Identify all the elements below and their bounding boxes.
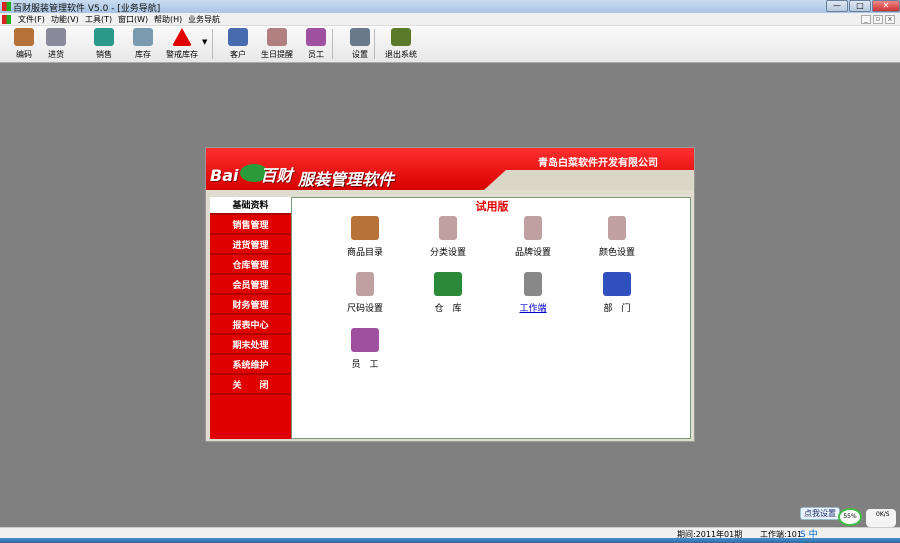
nav-item-label: 员 工 xyxy=(351,360,379,370)
boxes-icon xyxy=(351,216,379,240)
nav-item-1[interactable]: 分类设置 xyxy=(413,216,483,258)
toolbar-button-customer[interactable]: 客户 xyxy=(218,28,258,60)
content-area: 试用版 商品目录 分类设置 品牌设置 颜色设置尺码设置 仓 库 工作端 部 门员 工 xyxy=(291,197,691,439)
printer-icon xyxy=(356,272,374,296)
dropdown-arrow-icon[interactable]: ▼ xyxy=(202,38,207,46)
menu-help[interactable]: 帮助(H) xyxy=(154,14,182,25)
customer-icon xyxy=(228,28,248,46)
sidebar-item-6[interactable]: 报表中心 xyxy=(210,317,291,335)
mdi-close-button[interactable]: x xyxy=(885,15,895,24)
title-bar: 百财服装管理软件 V5.0 - [业务导航] — □ ✕ xyxy=(0,0,900,14)
printer-icon xyxy=(439,216,457,240)
app-icon xyxy=(2,2,11,11)
truck-icon xyxy=(46,28,66,46)
net-speed: 0K/S xyxy=(866,509,896,527)
toolbar-button-truck[interactable]: 进货 xyxy=(36,28,76,60)
nav-item-7[interactable]: 部 门 xyxy=(582,272,652,314)
tray-tooltip[interactable]: 点我设置 xyxy=(800,507,840,520)
sidebar-item-2[interactable]: 进货管理 xyxy=(210,237,291,255)
toolbar: 编码 进货 销售 库存 警戒库存 客户 生日提醒 员工 设置 退出系统 ▼ xyxy=(0,26,900,63)
staff-icon xyxy=(306,28,326,46)
sidebar-item-1[interactable]: 销售管理 xyxy=(210,217,291,235)
navigation-panel: Bai 百财 服装管理软件 青岛白菜软件开发有限公司 基础资料销售管理进货管理仓库… xyxy=(205,147,695,442)
close-button[interactable]: ✕ xyxy=(872,0,900,12)
nav-item-2[interactable]: 品牌设置 xyxy=(498,216,568,258)
toolbar-label: 进货 xyxy=(48,50,64,59)
sidebar-item-4[interactable]: 会员管理 xyxy=(210,277,291,295)
toolbar-button-sales[interactable]: 销售 xyxy=(84,28,124,60)
nav-item-label: 尺码设置 xyxy=(346,304,383,314)
nav-item-5[interactable]: 仓 库 xyxy=(413,272,483,314)
trial-label: 试用版 xyxy=(475,200,509,213)
sidebar-item-7[interactable]: 期末处理 xyxy=(210,337,291,355)
toolbar-separator xyxy=(212,29,213,59)
company-name: 青岛白菜软件开发有限公司 xyxy=(538,158,658,169)
panel-header: Bai 百财 服装管理软件 青岛白菜软件开发有限公司 xyxy=(206,148,694,190)
nav-item-label: 部 门 xyxy=(603,304,631,314)
nav-item-label: 商品目录 xyxy=(346,248,383,258)
sidebar-item-9[interactable]: 关 闭 xyxy=(210,377,291,395)
warning-icon xyxy=(172,28,192,46)
toolbar-button-warning[interactable]: 警戒库存 xyxy=(162,28,202,60)
settings-icon xyxy=(350,28,370,46)
mdi-minimize-button[interactable]: _ xyxy=(861,15,871,24)
boxes-icon xyxy=(14,28,34,46)
toolbar-label: 客户 xyxy=(230,50,246,59)
sales-icon xyxy=(94,28,114,46)
toolbar-label: 生日提醒 xyxy=(261,50,293,59)
toolbar-label: 员工 xyxy=(308,50,324,59)
sidebar-item-3[interactable]: 仓库管理 xyxy=(210,257,291,275)
menu-bar: 文件(F) 功能(V) 工具(T) 窗口(W) 帮助(H) 业务导航 _ ▫ x xyxy=(0,13,900,26)
menu-tools[interactable]: 工具(T) xyxy=(85,14,112,25)
speed-gauge[interactable]: 55% xyxy=(838,508,862,526)
nav-item-6[interactable]: 工作端 xyxy=(498,272,568,314)
department-icon xyxy=(603,272,631,296)
product-name: 服装管理软件 xyxy=(298,170,395,189)
menu-file[interactable]: 文件(F) xyxy=(18,14,45,25)
toolbar-button-birthday[interactable]: 生日提醒 xyxy=(257,28,297,60)
nav-item-label: 颜色设置 xyxy=(598,248,635,258)
menu-window[interactable]: 窗口(W) xyxy=(118,14,148,25)
mdi-restore-button[interactable]: ▫ xyxy=(873,15,883,24)
mdi-icon xyxy=(2,15,11,24)
toolbar-label: 退出系统 xyxy=(385,50,417,59)
menu-business-nav[interactable]: 业务导航 xyxy=(188,14,220,25)
header-decoration xyxy=(484,170,694,190)
toolbar-button-staff[interactable]: 员工 xyxy=(296,28,336,60)
nav-item-label: 品牌设置 xyxy=(514,248,551,258)
printer-icon xyxy=(608,216,626,240)
toolbar-button-exit-door[interactable]: 退出系统 xyxy=(381,28,421,60)
exit-door-icon xyxy=(391,28,411,46)
computer-icon xyxy=(524,272,542,296)
toolbar-separator xyxy=(374,29,375,59)
nav-item-8[interactable]: 员 工 xyxy=(330,328,400,370)
sidebar-item-0[interactable]: 基础资料 xyxy=(210,197,291,215)
maximize-button[interactable]: □ xyxy=(849,0,871,12)
nav-item-3[interactable]: 颜色设置 xyxy=(582,216,652,258)
nav-item-label: 仓 库 xyxy=(434,304,462,314)
taskbar xyxy=(0,538,900,543)
toolbar-label: 警戒库存 xyxy=(166,50,198,59)
nav-item-label: 工作端 xyxy=(519,304,547,314)
nav-item-label: 分类设置 xyxy=(429,248,466,258)
sidebar-item-8[interactable]: 系统维护 xyxy=(210,357,291,375)
stock-icon xyxy=(133,28,153,46)
warehouse-icon xyxy=(434,272,462,296)
logo: Bai 百财 xyxy=(210,164,293,185)
staff-icon xyxy=(351,328,379,352)
printer-icon xyxy=(524,216,542,240)
sidebar-item-5[interactable]: 财务管理 xyxy=(210,297,291,315)
birthday-icon xyxy=(267,28,287,46)
status-bar: 期间:2011年01期 工作端:101 xyxy=(0,527,900,539)
toolbar-label: 库存 xyxy=(135,50,151,59)
toolbar-separator xyxy=(332,29,333,59)
nav-item-4[interactable]: 尺码设置 xyxy=(330,272,400,314)
toolbar-button-stock[interactable]: 库存 xyxy=(123,28,163,60)
sidebar: 基础资料销售管理进货管理仓库管理会员管理财务管理报表中心期末处理系统维护关 闭 xyxy=(210,197,291,439)
nav-item-0[interactable]: 商品目录 xyxy=(330,216,400,258)
toolbar-label: 销售 xyxy=(96,50,112,59)
menu-function[interactable]: 功能(V) xyxy=(51,14,79,25)
minimize-button[interactable]: — xyxy=(826,0,848,12)
